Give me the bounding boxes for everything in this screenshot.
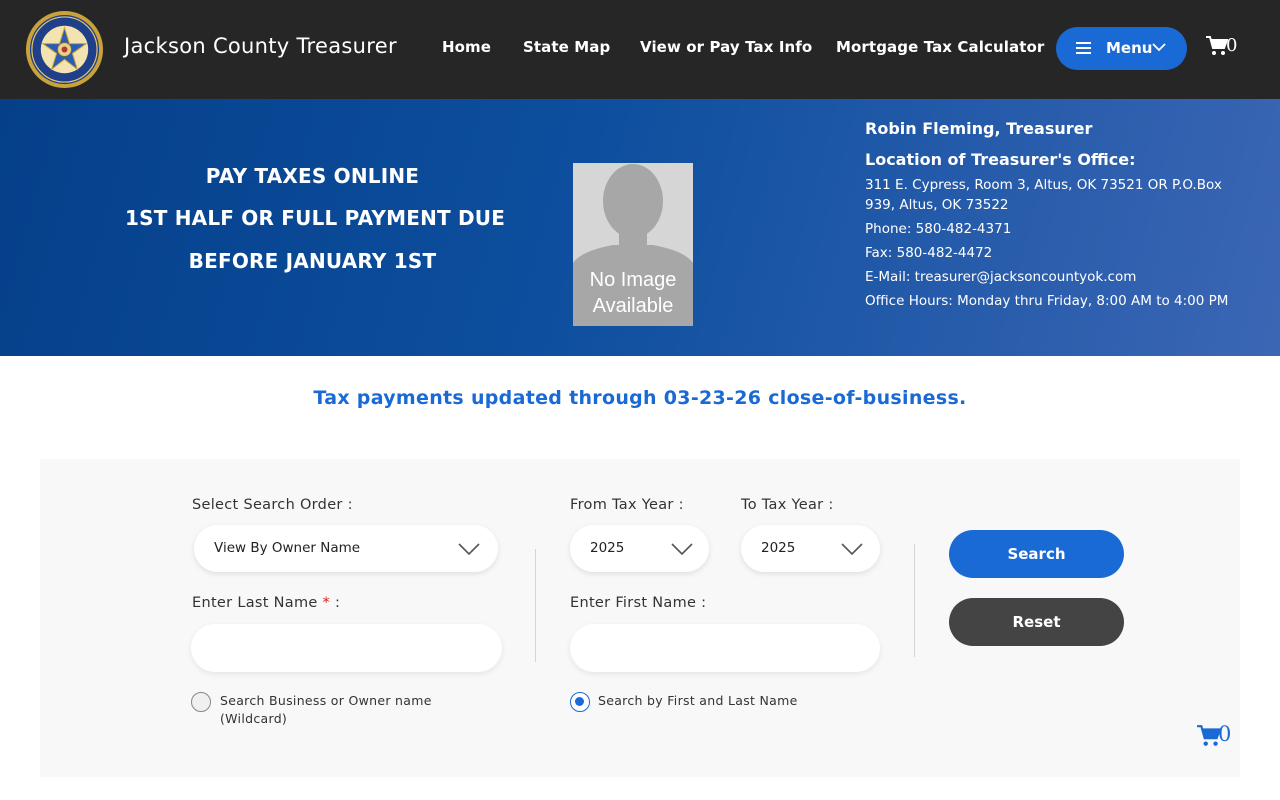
chevron-down-icon <box>671 543 693 556</box>
search-order-select[interactable]: View By Owner Name <box>194 525 498 572</box>
menu-button[interactable]: Menu <box>1056 27 1187 70</box>
site-header: Jackson County Treasurer Home State Map … <box>0 0 1280 99</box>
nav-state-map[interactable]: State Map <box>523 38 610 56</box>
last-name-label: Enter Last Name * : <box>192 595 341 611</box>
hamburger-icon <box>1076 42 1091 54</box>
promo-line-3: BEFORE JANUARY 1ST <box>188 249 437 273</box>
chevron-down-icon <box>458 543 480 556</box>
floating-cart-count[interactable]: 0 <box>1218 722 1231 746</box>
search-order-value: View By Owner Name <box>214 540 361 556</box>
office-email: E-Mail: treasurer@jacksoncountyok.com <box>865 269 1137 285</box>
nav-view-pay-tax-info[interactable]: View or Pay Tax Info <box>640 38 812 56</box>
office-fax: Fax: 580-482-4472 <box>865 245 993 261</box>
location-heading: Location of Treasurer's Office: <box>865 150 1136 169</box>
reset-button[interactable]: Reset <box>949 598 1124 646</box>
search-button[interactable]: Search <box>949 530 1124 578</box>
no-image-text: No Image Available <box>589 269 677 317</box>
nav-mortgage-tax-calculator[interactable]: Mortgage Tax Calculator <box>836 38 1044 56</box>
office-hours: Office Hours: Monday thru Friday, 8:00 A… <box>865 293 1229 309</box>
nav-home[interactable]: Home <box>442 38 491 56</box>
first-name-input[interactable] <box>570 624 880 672</box>
wildcard-search-label[interactable]: Search Business or Owner name (Wildcard) <box>220 692 432 728</box>
office-info: Robin Fleming, Treasurer Location of Tre… <box>865 119 1235 311</box>
required-marker: * <box>322 595 331 611</box>
menu-button-label: Menu <box>1106 39 1153 57</box>
treasurer-photo-placeholder: No Image Available <box>573 163 693 326</box>
column-divider <box>914 544 915 657</box>
search-order-label: Select Search Order : <box>192 497 353 513</box>
from-tax-year-select[interactable]: 2025 <box>570 525 709 572</box>
hero-banner: PAY TAXES ONLINE 1ST HALF OR FULL PAYMEN… <box>0 99 1280 356</box>
treasurer-name: Robin Fleming, Treasurer <box>865 119 1093 138</box>
from-tax-year-value: 2025 <box>590 540 625 556</box>
chevron-down-icon <box>1152 43 1166 52</box>
from-tax-year-label: From Tax Year : <box>570 497 684 513</box>
to-tax-year-label: To Tax Year : <box>741 497 834 513</box>
update-notice: Tax payments updated through 03-23-26 cl… <box>313 387 967 409</box>
cart-icon[interactable] <box>1206 36 1228 56</box>
promo-line-2: 1ST HALF OR FULL PAYMENT DUE <box>125 206 506 230</box>
state-seal-logo[interactable] <box>25 10 104 89</box>
first-last-search-label[interactable]: Search by First and Last Name <box>598 692 798 710</box>
site-title[interactable]: Jackson County Treasurer <box>124 34 397 58</box>
office-address: 311 E. Cypress, Room 3, Altus, OK 73521 … <box>865 177 1222 213</box>
column-divider <box>535 549 536 662</box>
first-last-search-radio[interactable] <box>570 692 590 712</box>
to-tax-year-value: 2025 <box>761 540 796 556</box>
radio-selected-dot <box>575 697 584 706</box>
promo-line-1: PAY TAXES ONLINE <box>205 164 420 188</box>
office-phone: Phone: 580-482-4371 <box>865 221 1012 237</box>
first-name-label: Enter First Name : <box>570 595 707 611</box>
chevron-down-icon <box>841 543 863 556</box>
cart-count[interactable]: 0 <box>1226 35 1237 56</box>
last-name-input[interactable] <box>191 624 502 672</box>
to-tax-year-select[interactable]: 2025 <box>741 525 880 572</box>
wildcard-search-radio[interactable] <box>191 692 211 712</box>
